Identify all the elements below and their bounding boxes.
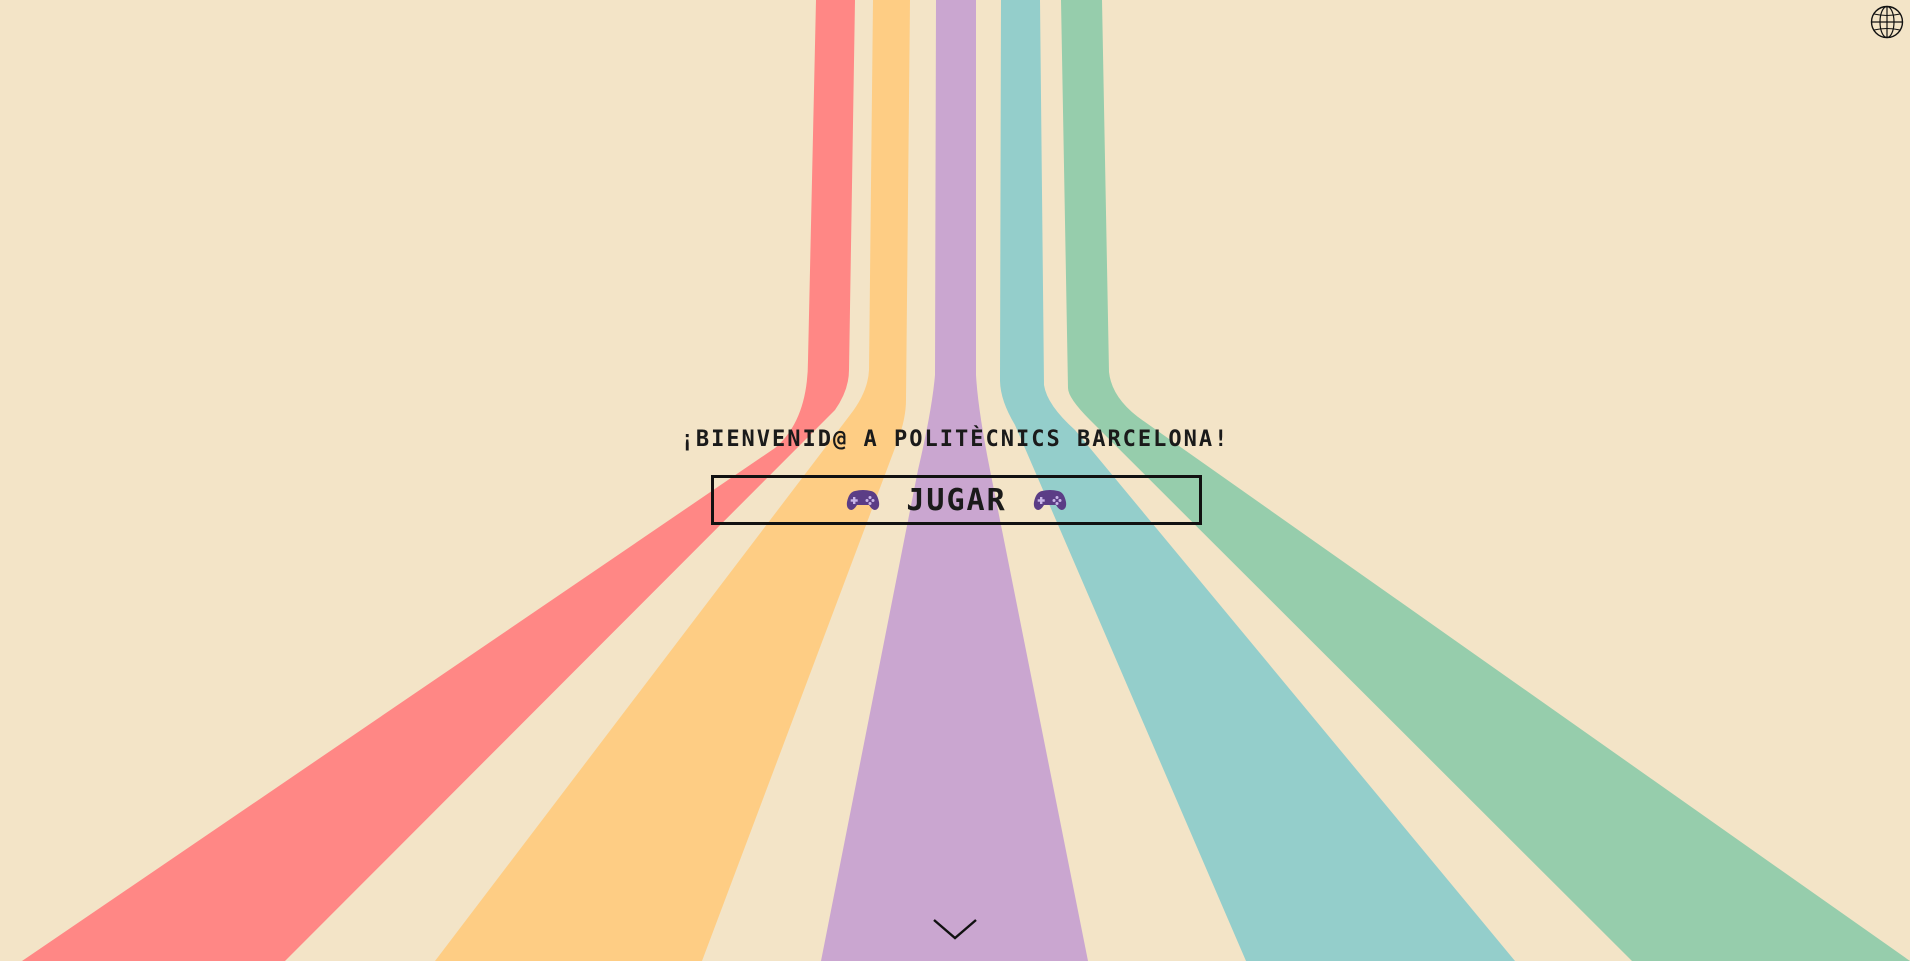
welcome-title: ¡BIENVENID@ A POLITÈCNICS BARCELONA! bbox=[680, 427, 1230, 452]
gamepad-icon bbox=[847, 490, 880, 510]
chevron-down-icon[interactable] bbox=[932, 916, 978, 944]
globe-icon[interactable] bbox=[1870, 5, 1904, 39]
play-button-label: JUGAR bbox=[906, 482, 1007, 518]
gamepad-icon bbox=[1033, 490, 1066, 510]
landing-page: ¡BIENVENID@ A POLITÈCNICS BARCELONA! JUG… bbox=[0, 0, 1910, 961]
play-button[interactable]: JUGAR bbox=[711, 475, 1202, 525]
